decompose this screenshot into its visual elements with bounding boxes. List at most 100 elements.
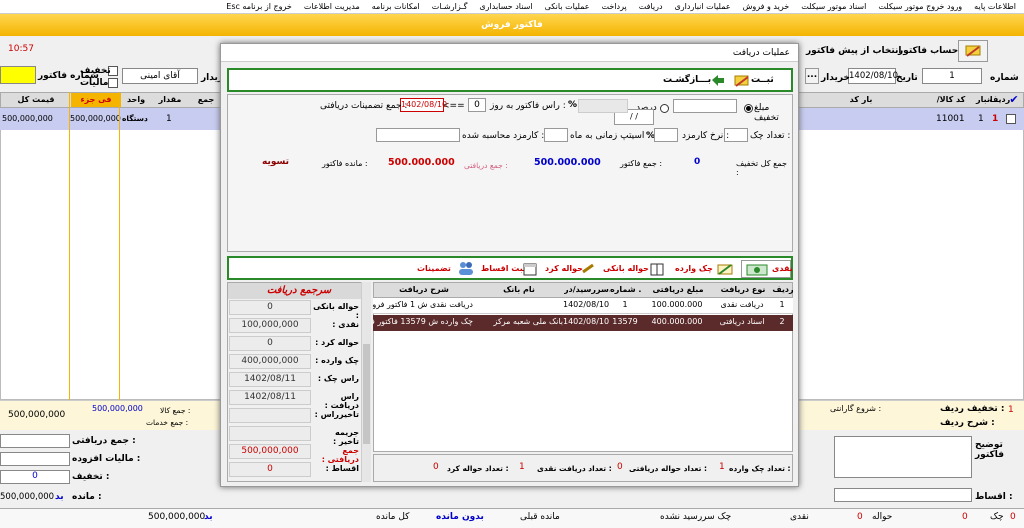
menu-item[interactable]: اطلاعات پایه xyxy=(974,0,1016,13)
tab-transfer[interactable]: حواله کرد xyxy=(543,260,597,278)
summary-label: اقساط : xyxy=(325,464,359,473)
count-cash-label: تعداد دریافت نقدی : xyxy=(537,464,612,473)
date-input[interactable]: 1402/08/10 xyxy=(848,68,898,84)
time-step-input[interactable] xyxy=(544,128,568,142)
people-icon xyxy=(459,262,473,275)
cell-type: دریافت نقدی xyxy=(720,300,764,309)
buyer-input[interactable]: آقای امینی xyxy=(122,68,198,84)
status-draft-val2: 0 xyxy=(857,512,863,522)
cell-bank xyxy=(473,298,563,312)
tab-guarantees[interactable]: تضمینات xyxy=(415,260,475,278)
summary-value: 500,000,000 xyxy=(229,444,311,459)
summary-label: حواله بانکی : xyxy=(313,302,359,320)
summary-title: سرجمع دریافت xyxy=(228,283,370,299)
summary-value: 1402/08/11 xyxy=(229,390,311,405)
number-input[interactable]: 1 xyxy=(922,68,982,84)
save-label: ثبــت xyxy=(751,75,774,85)
count-transfer-value: 0 xyxy=(433,462,439,472)
vat-input[interactable] xyxy=(0,452,70,466)
save-button[interactable]: ثبــت xyxy=(729,72,789,90)
status-amount: 500,000,000 xyxy=(148,512,206,522)
status-draft: حواله xyxy=(872,512,893,522)
discount-footer-input[interactable]: 0 xyxy=(0,470,70,484)
table-row-right[interactable] xyxy=(799,108,1024,130)
row-unit-price: 500,000,000 xyxy=(70,114,121,123)
summary-label: تاخیرراس : xyxy=(314,410,359,419)
invoice-desc-input[interactable] xyxy=(834,436,972,478)
row-unit: دستگاه xyxy=(122,114,148,123)
cell-bank: بانک ملی شعبه مرکز xyxy=(493,317,563,326)
status-bad: بد xyxy=(204,512,213,522)
status-no-remaining: بدون مانده xyxy=(436,512,484,522)
fee-calc-input[interactable] xyxy=(376,128,460,142)
count-draft-label: تعداد حواله دریافتی : xyxy=(629,464,708,473)
installments-input[interactable] xyxy=(834,488,972,502)
menu-item[interactable]: خرید و فروش xyxy=(743,0,790,13)
summary-value: 1402/08/11 xyxy=(229,372,311,387)
invoice-no-input[interactable] xyxy=(0,66,36,84)
discount-amount-radio[interactable] xyxy=(744,104,753,113)
summary-label: جریمه تاخیر : xyxy=(333,428,359,446)
col-store: انبار xyxy=(976,95,993,104)
prefactor-select-link[interactable]: انتخاب از پیش فاکتور xyxy=(806,46,902,56)
row-checkbox[interactable] xyxy=(1006,114,1016,124)
summary-scrollbar[interactable] xyxy=(361,282,371,482)
count-cash-value: 1 xyxy=(519,462,525,472)
check-count-label: تعداد چک : xyxy=(750,131,791,141)
remaining-bad: بد xyxy=(55,492,64,502)
invoice-remaining-label: مانده فاکتور : xyxy=(322,159,368,168)
menu-item[interactable]: عملیات بانکی xyxy=(545,0,590,13)
row-discount-value: 1 xyxy=(1008,405,1014,415)
cell-type: اسناد دریافتی xyxy=(719,317,765,326)
table-row[interactable]: 1 دریافت نقدی 100.000.000 1 1402/08/10 د… xyxy=(373,298,793,314)
menu-item[interactable]: دریافت xyxy=(639,0,663,13)
services-total-label: جمع خدمات : xyxy=(146,418,189,427)
fee-rate-input[interactable] xyxy=(654,128,678,142)
guarantee-total-label: جمع تضمینات دریافتی : xyxy=(320,101,408,111)
buyer-lookup-button[interactable]: ... xyxy=(805,68,819,84)
status-prev-remaining: مانده قبلی xyxy=(520,512,560,522)
received-total-input[interactable] xyxy=(0,434,70,448)
receive-dialog: عملیات دریافت ثبــت بـــازگشـت مبلغ تخفی… xyxy=(220,43,799,487)
back-arrow-icon xyxy=(712,75,724,86)
due-label: راس فاکتور به روز : xyxy=(490,101,566,111)
dialog-action-bar: ثبــت بـــازگشـت xyxy=(227,68,793,92)
table-row-selected[interactable]: 2 اسناد دریافتی 400.000.000 13579 1402/0… xyxy=(373,315,793,331)
fee-rate-label: نرخ کارمزد : xyxy=(682,131,730,141)
menu-item[interactable]: امکانات برنامه xyxy=(372,0,420,13)
edit-pen-icon[interactable] xyxy=(958,40,988,62)
back-button[interactable]: بـــازگشـت xyxy=(659,72,727,90)
scroll-thumb[interactable] xyxy=(363,344,370,444)
invoice-account-link[interactable]: حساب فاکتور xyxy=(898,46,958,56)
row-qty: 1 xyxy=(166,114,172,124)
tab-bank-draft[interactable]: حواله بانکی xyxy=(601,260,667,278)
menu-item[interactable]: مدیریت اطلاعات xyxy=(304,0,360,13)
menu-item[interactable]: عملیات انبارداری xyxy=(675,0,731,13)
due-days-input[interactable]: 0 xyxy=(468,98,486,112)
col-total-sum: جمع کل xyxy=(197,95,215,118)
warranty-start-label: شروع گارانتی : xyxy=(830,404,882,413)
tab-cash[interactable]: نقدی xyxy=(741,260,793,278)
discount-amount-input[interactable] xyxy=(673,99,737,113)
col-total-price: قیمت کل xyxy=(17,95,55,104)
menu-item[interactable]: ورود خروج موتور سیکلت xyxy=(878,0,962,13)
vat-label: مالیات افزوده : xyxy=(72,454,141,464)
tab-bank-draft-label: حواله بانکی xyxy=(603,264,649,273)
cell-row: 2 xyxy=(779,317,785,326)
discount-pct-input[interactable] xyxy=(578,99,628,113)
row-discount-label: تخفیف ردیف : xyxy=(940,404,1005,414)
menu-item[interactable]: پرداخت xyxy=(602,0,627,13)
tab-check-in[interactable]: چک وارده xyxy=(673,260,735,278)
menu-item[interactable]: گـزارشـات xyxy=(432,0,468,13)
th-number: شماره ... xyxy=(610,285,642,294)
tab-installments[interactable]: ثبت اقساط xyxy=(479,260,539,278)
menu-item[interactable]: اسناد حسابداری xyxy=(479,0,532,13)
menu-item[interactable]: اسناد موتور سیکلت xyxy=(801,0,866,13)
th-bank: نام بانک xyxy=(503,285,535,294)
status-draft-val: 0 xyxy=(962,512,968,522)
clock: 10:57 xyxy=(8,44,34,54)
tax-checkbox[interactable] xyxy=(108,78,118,88)
menu-item[interactable]: خروج از برنامه Esc xyxy=(226,0,292,13)
discount-percent-radio[interactable] xyxy=(660,104,669,113)
summary-label: چک وارده : xyxy=(315,356,359,365)
